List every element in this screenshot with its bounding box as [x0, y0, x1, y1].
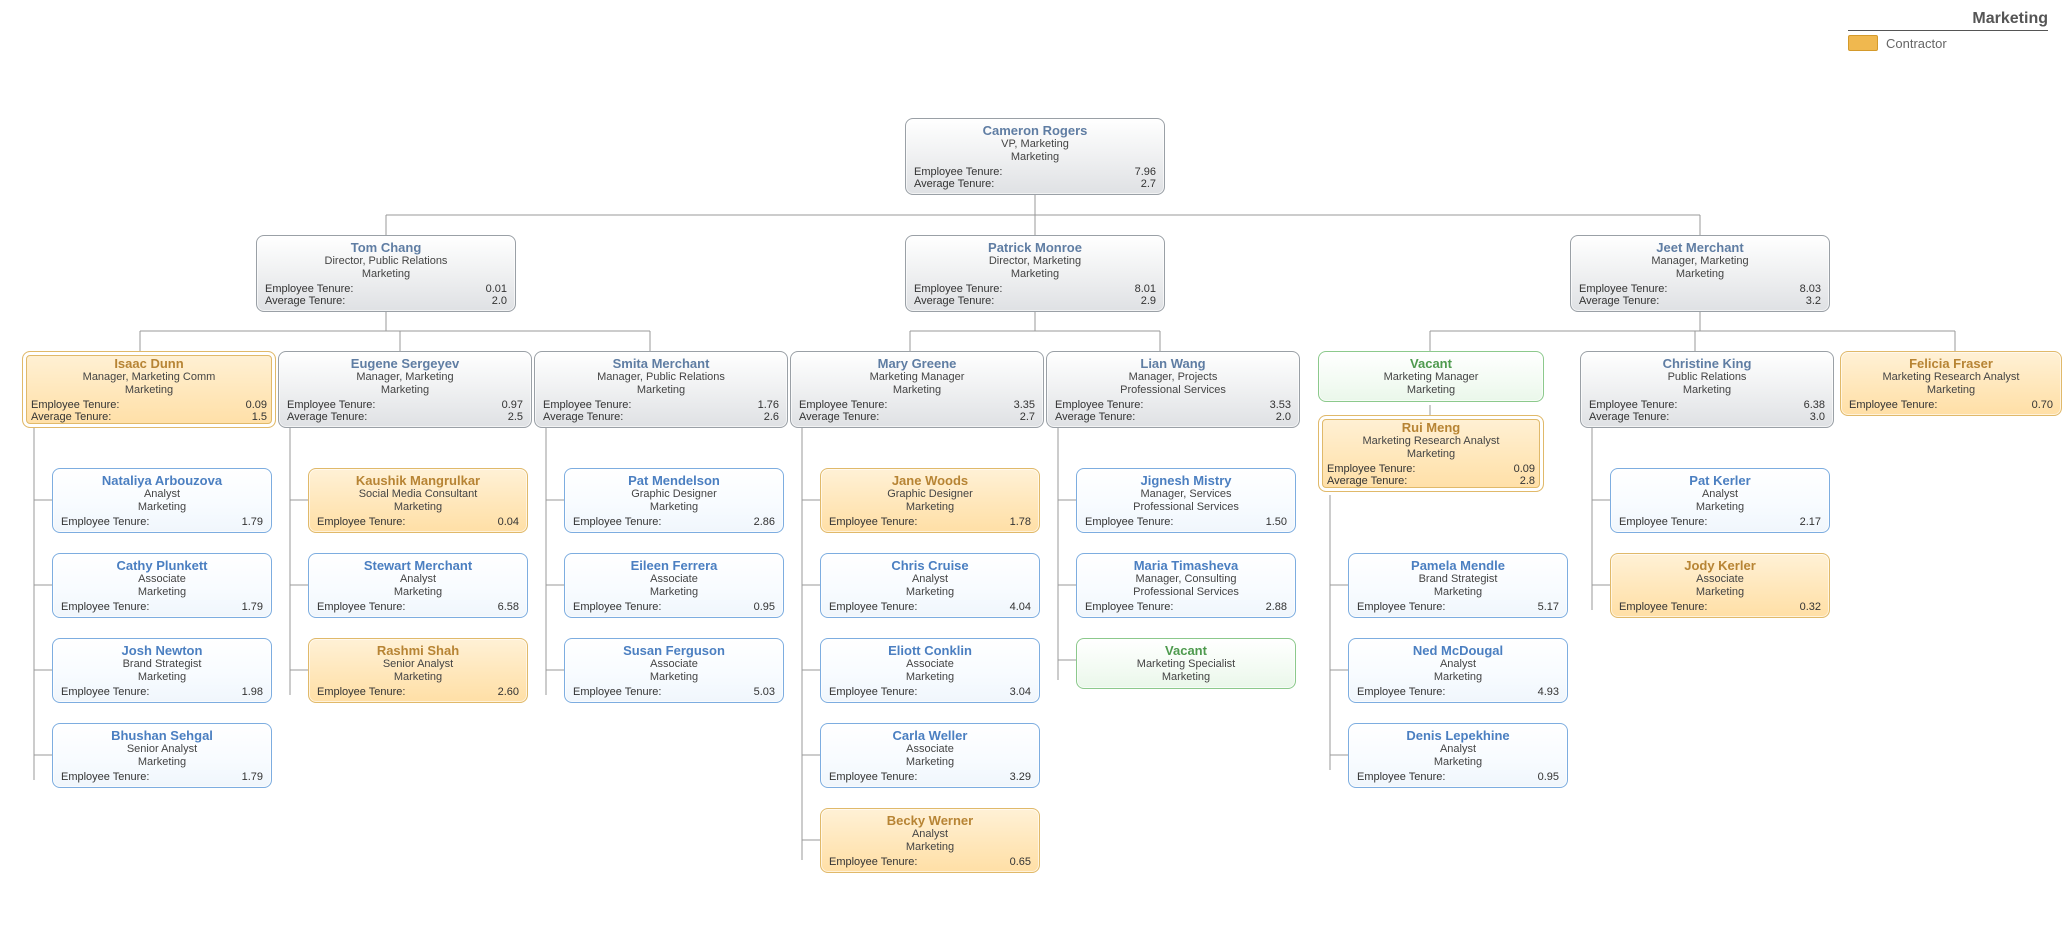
node-ned-mcdougal[interactable]: Ned McDougal Analyst Marketing Employee … [1348, 638, 1568, 703]
person-dept: Marketing [914, 151, 1156, 164]
node-jignesh-mistry[interactable]: Jignesh Mistry Manager, Services Profess… [1076, 468, 1296, 533]
person-name: Cameron Rogers [914, 123, 1156, 138]
node-cameron-rogers[interactable]: Cameron Rogers VP, Marketing Marketing E… [905, 118, 1165, 195]
node-jane-woods[interactable]: Jane Woods Graphic Designer Marketing Em… [820, 468, 1040, 533]
node-josh-newton[interactable]: Josh Newton Brand Strategist Marketing E… [52, 638, 272, 703]
node-isaac-dunn[interactable]: Isaac Dunn Manager, Marketing Comm Marke… [22, 351, 276, 428]
node-mary-greene[interactable]: Mary Greene Marketing Manager Marketing … [790, 351, 1044, 428]
node-pamela-mendle[interactable]: Pamela Mendle Brand Strategist Marketing… [1348, 553, 1568, 618]
node-tom-chang[interactable]: Tom Chang Director, Public Relations Mar… [256, 235, 516, 312]
node-eliott-conklin[interactable]: Eliott Conklin Associate Marketing Emplo… [820, 638, 1040, 703]
node-jeet-merchant[interactable]: Jeet Merchant Manager, Marketing Marketi… [1570, 235, 1830, 312]
person-title: VP, Marketing [914, 138, 1156, 151]
node-susan-ferguson[interactable]: Susan Ferguson Associate Marketing Emplo… [564, 638, 784, 703]
node-kaushik-mangrulkar[interactable]: Kaushik Mangrulkar Social Media Consulta… [308, 468, 528, 533]
node-jody-kerler[interactable]: Jody Kerler Associate Marketing Employee… [1610, 553, 1830, 618]
contractor-label: Contractor [1886, 36, 1947, 51]
node-becky-werner[interactable]: Becky Werner Analyst Marketing Employee … [820, 808, 1040, 873]
node-christine-king[interactable]: Christine King Public Relations Marketin… [1580, 351, 1834, 428]
node-denis-lepekhine[interactable]: Denis Lepekhine Analyst Marketing Employ… [1348, 723, 1568, 788]
node-nataliya-arbouzova[interactable]: Nataliya Arbouzova Analyst Marketing Emp… [52, 468, 272, 533]
node-eileen-ferrera[interactable]: Eileen Ferrera Associate Marketing Emplo… [564, 553, 784, 618]
contractor-swatch [1848, 35, 1878, 51]
node-lian-wang[interactable]: Lian Wang Manager, Projects Professional… [1046, 351, 1300, 428]
legend: Marketing Contractor [1848, 10, 2048, 51]
legend-title: Marketing [1848, 10, 2048, 31]
legend-row-contractor: Contractor [1848, 35, 2048, 51]
node-felicia-fraser[interactable]: Felicia Fraser Marketing Research Analys… [1840, 351, 2062, 416]
node-rui-meng[interactable]: Rui Meng Marketing Research Analyst Mark… [1318, 415, 1544, 492]
node-vacant-marketing-manager[interactable]: Vacant Marketing Manager Marketing [1318, 351, 1544, 402]
node-chris-cruise[interactable]: Chris Cruise Analyst Marketing Employee … [820, 553, 1040, 618]
node-vacant-marketing-specialist[interactable]: Vacant Marketing Specialist Marketing [1076, 638, 1296, 689]
node-eugene-sergeyev[interactable]: Eugene Sergeyev Manager, Marketing Marke… [278, 351, 532, 428]
node-pat-kerler[interactable]: Pat Kerler Analyst Marketing Employee Te… [1610, 468, 1830, 533]
node-pat-mendelson[interactable]: Pat Mendelson Graphic Designer Marketing… [564, 468, 784, 533]
node-maria-timasheva[interactable]: Maria Timasheva Manager, Consulting Prof… [1076, 553, 1296, 618]
node-stewart-merchant[interactable]: Stewart Merchant Analyst Marketing Emplo… [308, 553, 528, 618]
node-patrick-monroe[interactable]: Patrick Monroe Director, Marketing Marke… [905, 235, 1165, 312]
node-bhushan-sehgal[interactable]: Bhushan Sehgal Senior Analyst Marketing … [52, 723, 272, 788]
node-rashmi-shah[interactable]: Rashmi Shah Senior Analyst Marketing Emp… [308, 638, 528, 703]
node-cathy-plunkett[interactable]: Cathy Plunkett Associate Marketing Emplo… [52, 553, 272, 618]
node-carla-weller[interactable]: Carla Weller Associate Marketing Employe… [820, 723, 1040, 788]
node-smita-merchant[interactable]: Smita Merchant Manager, Public Relations… [534, 351, 788, 428]
